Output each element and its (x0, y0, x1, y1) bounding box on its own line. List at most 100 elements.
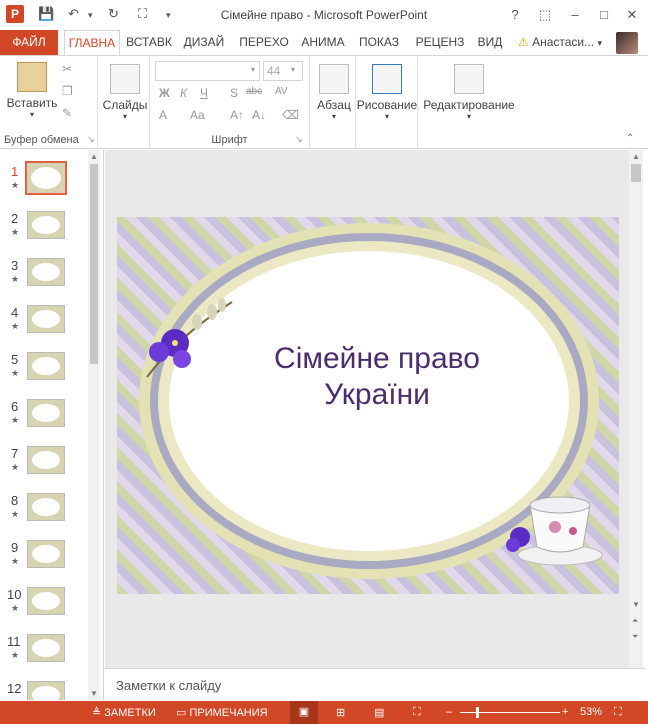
tab-home[interactable]: ГЛАВНА (64, 30, 120, 56)
zoom-out-button[interactable]: – (446, 706, 452, 718)
normal-view-button[interactable]: ▣ (290, 701, 318, 724)
scroll-up-icon[interactable]: ▲ (632, 152, 640, 161)
decrease-font-icon[interactable]: A↓ (252, 108, 266, 122)
thumbnail-row[interactable]: 1 ★ (0, 161, 86, 204)
strikethrough-button[interactable]: abc (246, 86, 262, 97)
thumbnail-row[interactable]: 3 ★ (0, 258, 86, 298)
slide-thumbnail[interactable] (27, 634, 65, 662)
scroll-down-icon[interactable]: ▼ (632, 600, 640, 609)
tab-transitions[interactable]: ПЕРЕХО (236, 30, 292, 55)
font-launcher-icon[interactable]: ↘ (295, 134, 303, 145)
thumbnail-row[interactable]: 10 ★ (0, 587, 86, 627)
change-case-button[interactable]: Aa (190, 108, 205, 122)
comments-toggle-button[interactable]: ▭ ПРИМЕЧАНИЯ (176, 706, 268, 719)
thumbnails-scrollbar[interactable]: ▲ ▼ (88, 150, 100, 700)
underline-button[interactable]: Ч (200, 86, 208, 100)
character-spacing-button[interactable]: AV (275, 86, 288, 97)
slide-thumbnail[interactable] (27, 352, 65, 380)
slide-thumbnail[interactable] (27, 305, 65, 333)
thumbnail-row[interactable]: 6 ★ (0, 399, 86, 439)
close-button[interactable]: ✕ (620, 5, 644, 25)
ribbon-display-options-button[interactable]: ⬚ (533, 5, 557, 25)
thumbnail-row[interactable]: 9 ★ (0, 540, 86, 580)
zoom-in-button[interactable]: + (562, 706, 568, 718)
paragraph-button[interactable]: Абзац ▾ (313, 64, 355, 121)
copy-icon[interactable]: ❐ (62, 84, 73, 98)
slide-thumbnail[interactable] (27, 587, 65, 615)
font-size-dropdown-icon[interactable]: ▾ (291, 65, 295, 74)
animation-star-icon: ★ (11, 556, 20, 566)
thumbnail-row[interactable]: 5 ★ (0, 352, 86, 392)
thumbnail-row[interactable]: 8 ★ (0, 493, 86, 533)
slide-thumbnail[interactable] (27, 493, 65, 521)
slide-thumbnail[interactable] (27, 446, 65, 474)
slide-thumbnail[interactable] (27, 540, 65, 568)
user-name: Анастаси... (532, 35, 595, 49)
tab-review[interactable]: РЕЦЕНЗ (414, 30, 466, 55)
user-account[interactable]: ⚠ Анастаси... ▾ (518, 30, 602, 55)
scroll-up-icon[interactable]: ▲ (90, 152, 98, 161)
paragraph-dropdown-icon: ▾ (331, 112, 336, 121)
thumbnail-row[interactable]: 2 ★ (0, 211, 86, 251)
restore-button[interactable]: □ (592, 5, 616, 25)
avatar[interactable] (616, 32, 638, 54)
reading-view-button[interactable]: ▤ (374, 706, 384, 719)
text-shadow-button[interactable]: S (230, 86, 238, 100)
tab-file[interactable]: ФАЙЛ (0, 30, 58, 55)
notes-icon: ≜ (92, 707, 102, 719)
format-painter-icon[interactable]: ✎ (62, 106, 72, 120)
slide-title[interactable]: Сімейне право України (237, 341, 517, 413)
thumbnail-row[interactable]: 12 (0, 681, 86, 700)
thumbnail-row[interactable]: 7 ★ (0, 446, 86, 486)
current-slide[interactable]: Сімейне право України (117, 217, 619, 594)
help-button[interactable]: ? (503, 5, 527, 25)
paste-button[interactable]: Вставить ▾ (4, 62, 60, 119)
slide-thumbnail[interactable] (25, 161, 67, 195)
fit-slide-button[interactable]: ⛶ (614, 706, 622, 719)
slide-sorter-button[interactable]: ⊞ (336, 706, 345, 719)
next-slide-icon[interactable]: ⏷ (632, 632, 638, 642)
slide-scrollbar[interactable]: ▲ ▼ ⏶ ⏷ (629, 150, 643, 668)
zoom-slider-thumb[interactable] (476, 707, 479, 718)
clipboard-launcher-icon[interactable]: ↘ (87, 134, 95, 145)
italic-button[interactable]: К (180, 86, 187, 100)
thumbnail-row[interactable]: 11 ★ (0, 634, 86, 674)
minimize-button[interactable]: – (563, 5, 587, 25)
scroll-down-icon[interactable]: ▼ (90, 689, 98, 698)
slides-button[interactable]: Слайды ▾ (102, 64, 148, 121)
notes-toggle-button[interactable]: ≜ ЗАМЕТКИ (92, 706, 156, 719)
collapse-ribbon-icon[interactable]: ⌃ (626, 133, 634, 144)
notes-pane[interactable]: Заметки к слайду (105, 668, 645, 701)
cut-icon[interactable]: ✂ (62, 62, 72, 76)
clear-formatting-icon[interactable]: ⌫ (282, 108, 299, 122)
tab-design[interactable]: ДИЗАЙ (179, 30, 229, 55)
tab-slideshow[interactable]: ПОКАЗ (356, 30, 402, 55)
thumbnail-row[interactable]: 4 ★ (0, 305, 86, 345)
account-dropdown-icon: ▾ (597, 38, 602, 48)
increase-font-icon[interactable]: A↑ (230, 108, 244, 122)
slide-thumbnail[interactable] (27, 681, 65, 700)
slide-thumbnail[interactable] (27, 399, 65, 427)
zoom-level[interactable]: 53% (580, 706, 602, 718)
animation-star-icon: ★ (11, 227, 20, 237)
font-color-button[interactable]: A (159, 108, 167, 122)
drawing-button[interactable]: Рисование ▾ (356, 64, 418, 121)
font-size-field[interactable]: 44 (263, 61, 303, 81)
zoom-slider[interactable] (460, 712, 560, 713)
tab-animations[interactable]: АНИМА (296, 30, 350, 55)
font-name-field[interactable] (155, 61, 260, 81)
tab-insert[interactable]: ВСТАВК (121, 30, 177, 55)
scrollbar-thumb[interactable] (631, 164, 641, 182)
slide-thumbnails-panel: 1 ★ 2 ★ 3 ★ 4 ★ 5 ★ 6 ★ 7 ★ 8 ★ 9 ★ 10 ★… (0, 150, 104, 700)
scrollbar-thumb[interactable] (90, 164, 98, 364)
bold-button[interactable]: Ж (159, 86, 170, 100)
slide-thumbnail[interactable] (27, 258, 65, 286)
slideshow-view-button[interactable]: ⛶ (413, 706, 421, 719)
tab-view[interactable]: ВИД (474, 30, 506, 55)
slide-thumbnail[interactable] (27, 211, 65, 239)
editing-button[interactable]: Редактирование ▾ (422, 64, 516, 121)
slide-editing-area: Сімейне право України (105, 150, 629, 668)
font-name-dropdown-icon[interactable]: ▾ (251, 65, 255, 74)
previous-slide-icon[interactable]: ⏶ (632, 616, 638, 626)
ribbon: Вставить ▾ ✂ ❐ ✎ Буфер обмена ↘ Слайды ▾… (0, 55, 648, 149)
